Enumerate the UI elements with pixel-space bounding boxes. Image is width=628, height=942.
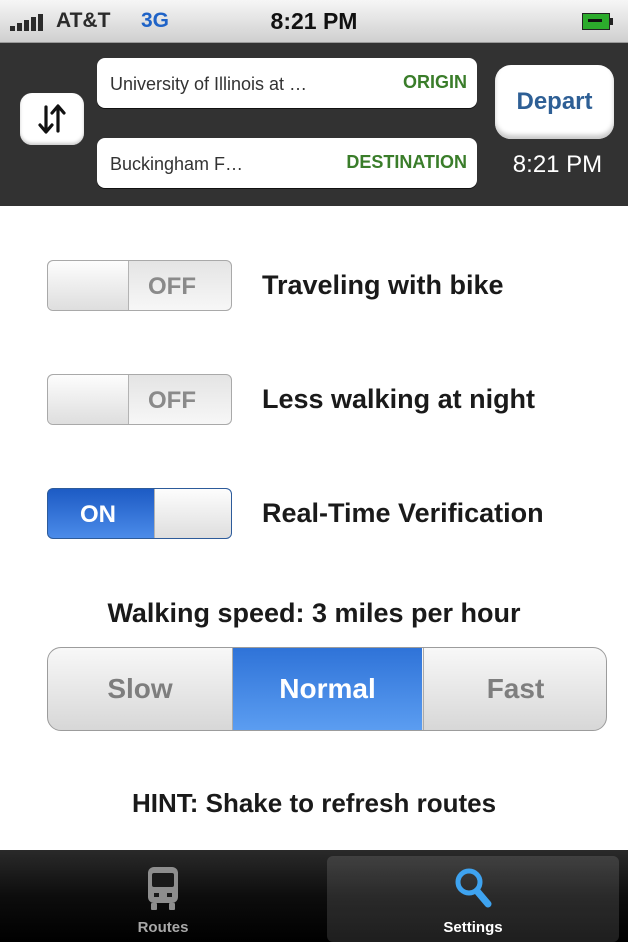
bus-icon [148, 867, 178, 910]
tab-settings[interactable]: Settings [327, 856, 619, 942]
speed-slow-segment[interactable]: Slow [48, 648, 233, 730]
toggle-knob [154, 489, 231, 538]
swap-button[interactable] [20, 93, 84, 145]
speed-fast-segment[interactable]: Fast [423, 648, 606, 730]
tab-label: Settings [443, 919, 503, 936]
destination-field[interactable]: Buckingham F… DESTINATION [97, 138, 477, 188]
depart-button[interactable]: Depart [495, 65, 614, 139]
route-header: University of Illinois at … ORIGIN Bucki… [0, 43, 628, 206]
realtime-verification-option-label: Real-Time Verification [262, 498, 544, 528]
toggle-state: OFF [148, 273, 196, 300]
magnifier-icon [455, 868, 492, 908]
night-walking-option-label: Less walking at night [262, 384, 536, 414]
destination-tag: DESTINATION [346, 152, 467, 172]
swap-arrows-icon [38, 104, 66, 134]
origin-field[interactable]: University of Illinois at … ORIGIN [97, 58, 477, 108]
night-walking-toggle[interactable]: OFF [47, 374, 232, 425]
origin-value: University of Illinois at … [110, 74, 308, 94]
hint-text: HINT: Shake to refresh routes [131, 788, 497, 818]
bike-toggle[interactable]: OFF [47, 260, 232, 311]
walking-speed-title: Walking speed: 3 miles per hour [107, 598, 521, 628]
depart-time: 8:21 PM [512, 151, 603, 178]
bike-option-label: Traveling with bike [262, 270, 504, 300]
status-time: 8:21 PM [270, 8, 358, 34]
toggle-state: ON [80, 501, 116, 528]
tab-routes[interactable]: Routes [0, 856, 326, 942]
origin-tag: ORIGIN [402, 72, 467, 92]
toggle-state: OFF [148, 387, 196, 414]
battery-charging-icon [582, 13, 614, 30]
destination-value: Buckingham F… [110, 154, 244, 174]
speed-normal-segment[interactable]: Normal [233, 648, 422, 730]
tab-bar: Routes Settings [0, 850, 628, 942]
toggle-knob [48, 375, 129, 424]
tab-label: Routes [137, 919, 189, 936]
toggle-knob [48, 261, 129, 310]
walking-speed-control: Slow Normal Fast [47, 647, 607, 731]
status-bar: AT&T 3G 8:21 PM [0, 0, 628, 43]
realtime-verification-toggle[interactable]: ON [47, 488, 232, 539]
